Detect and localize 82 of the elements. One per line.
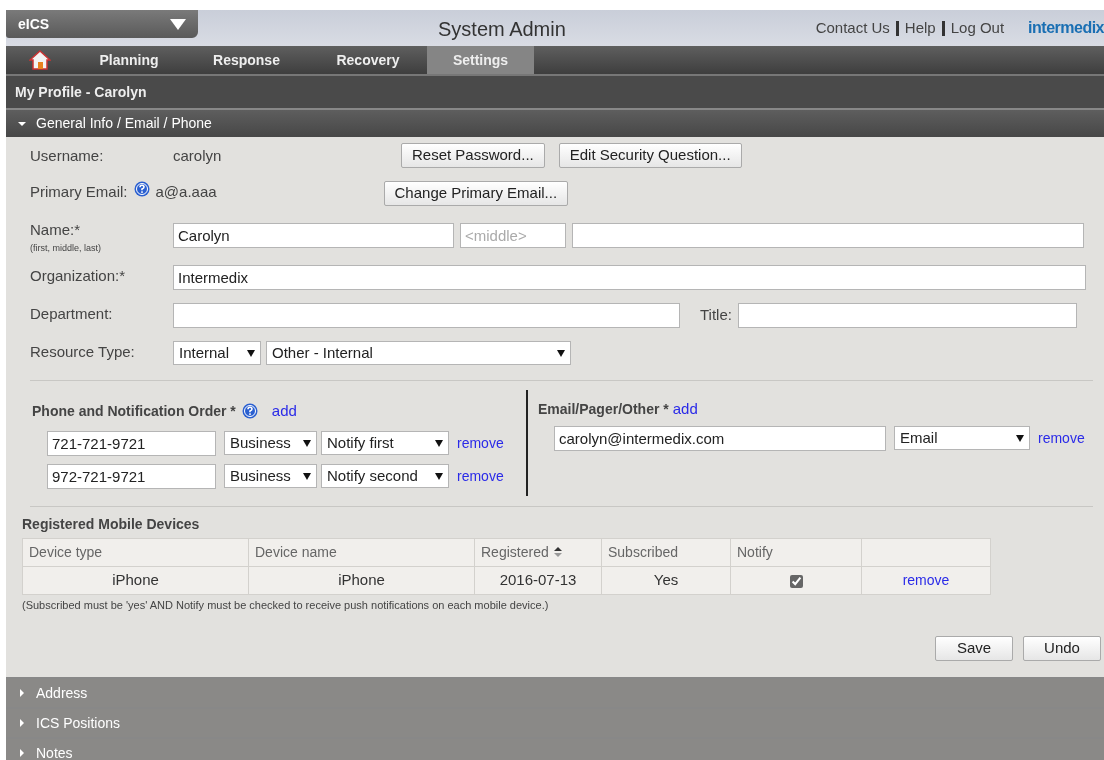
dropdown-value: Other - Internal	[272, 342, 373, 363]
help-icon[interactable]	[241, 403, 258, 420]
button[interactable]: Change Primary Email...	[383, 181, 569, 206]
input-field[interactable]	[572, 223, 1084, 248]
link[interactable]: remove	[457, 432, 504, 454]
notify-checkbox[interactable]	[789, 574, 803, 588]
input-field[interactable]: carolyn@intermedix.com	[554, 425, 886, 451]
field-label: Organization:*	[30, 266, 127, 286]
nav-tab[interactable]: Recovery	[309, 46, 427, 74]
field-hint: (first, middle, last)	[30, 241, 102, 255]
button[interactable]: Edit Security Question...	[558, 143, 742, 168]
expand-icon	[18, 689, 26, 697]
field-label: Resource Type:	[30, 342, 136, 362]
link[interactable]: remove	[457, 465, 504, 487]
table-cell: 2016-07-13	[474, 566, 602, 595]
home-icon[interactable]	[29, 50, 51, 70]
dropdown-value: Notify second	[327, 465, 418, 486]
collapse-icon	[18, 119, 26, 128]
dropdown[interactable]: Other - Internal	[266, 341, 571, 365]
table-cell: iPhone	[22, 566, 249, 595]
column-header: Subscribed	[601, 538, 731, 567]
expand-icon	[18, 719, 26, 727]
input-field[interactable]: 972-721-9721	[47, 463, 216, 489]
nav-tab[interactable]: Planning	[74, 46, 184, 74]
link[interactable]: add	[672, 398, 698, 421]
button[interactable]: Save	[935, 635, 1013, 661]
expand-icon	[18, 749, 26, 757]
input-field[interactable]: Carolyn	[173, 223, 454, 248]
section-header[interactable]: General Info / Email / Phone	[6, 108, 1104, 137]
table-cell: iPhone	[248, 566, 475, 595]
section-title: Address	[36, 683, 88, 703]
help-icon[interactable]	[133, 181, 150, 197]
column-header: Device name	[248, 538, 475, 567]
header-link[interactable]: Contact Us	[815, 16, 890, 40]
section-heading: Registered Mobile Devices	[22, 515, 201, 534]
dropdown[interactable]: Email	[894, 426, 1030, 450]
page-header-title: System Admin	[438, 17, 566, 42]
field-label: Title:	[700, 305, 732, 325]
dropdown[interactable]: Business	[224, 431, 317, 455]
dropdown-value: Notify first	[327, 432, 394, 453]
dropdown-value: Internal	[179, 342, 230, 363]
button[interactable]: Reset Password...	[401, 143, 545, 168]
dropdown[interactable]: Business	[224, 464, 317, 488]
field-label: Name:*	[30, 220, 82, 240]
input-field[interactable]: 721-721-9721	[47, 430, 216, 456]
footnote: (Subscribed must be 'yes' AND Notify must be checked to receive push notifications on each mobile device.)	[22, 598, 550, 613]
input-field[interactable]: <middle>	[460, 223, 566, 248]
sort-icon[interactable]	[552, 546, 563, 558]
input-field[interactable]	[737, 303, 1077, 328]
input-field[interactable]: Intermedix	[173, 265, 1086, 290]
column-header[interactable]: Registered	[474, 538, 602, 567]
button[interactable]: Undo	[1023, 635, 1101, 661]
page-title: My Profile - Carolyn	[15, 82, 147, 102]
section-title: General Info / Email / Phone	[36, 114, 212, 133]
header-link[interactable]: Log Out	[950, 16, 1005, 40]
table-cell: Yes	[601, 566, 731, 595]
section-heading: Phone and Notification Order *	[32, 401, 236, 421]
dropdown-value: Business	[230, 465, 291, 486]
column-header: Device type	[22, 538, 249, 567]
link[interactable]: remove	[1038, 427, 1085, 449]
dropdown[interactable]: Notify first	[321, 431, 449, 455]
field-label: Primary Email:	[30, 182, 128, 202]
app-menu-label: eICS	[18, 14, 50, 34]
column-header: Notify	[730, 538, 862, 567]
logo: intermedix	[1028, 18, 1104, 38]
field-label: Username:	[30, 146, 105, 166]
field-label: Department:	[30, 304, 114, 324]
app-menu[interactable]: eICS	[6, 10, 198, 38]
dropdown-icon[interactable]	[170, 18, 186, 30]
field-value: a@a.aaa	[155, 182, 218, 202]
dropdown[interactable]: Notify second	[321, 464, 449, 488]
dropdown-value: Business	[230, 432, 291, 453]
link[interactable]: add	[271, 400, 297, 423]
section-heading: Email/Pager/Other *	[538, 399, 669, 419]
dropdown-value: Email	[900, 427, 938, 448]
nav-tab[interactable]: Response	[184, 46, 309, 74]
input-field[interactable]	[173, 303, 680, 328]
dropdown[interactable]: Internal	[173, 341, 261, 365]
field-value: carolyn	[173, 146, 223, 166]
section-title: ICS Positions	[36, 713, 121, 733]
section-title: Notes	[36, 743, 73, 760]
header-link[interactable]: Help	[904, 16, 936, 40]
